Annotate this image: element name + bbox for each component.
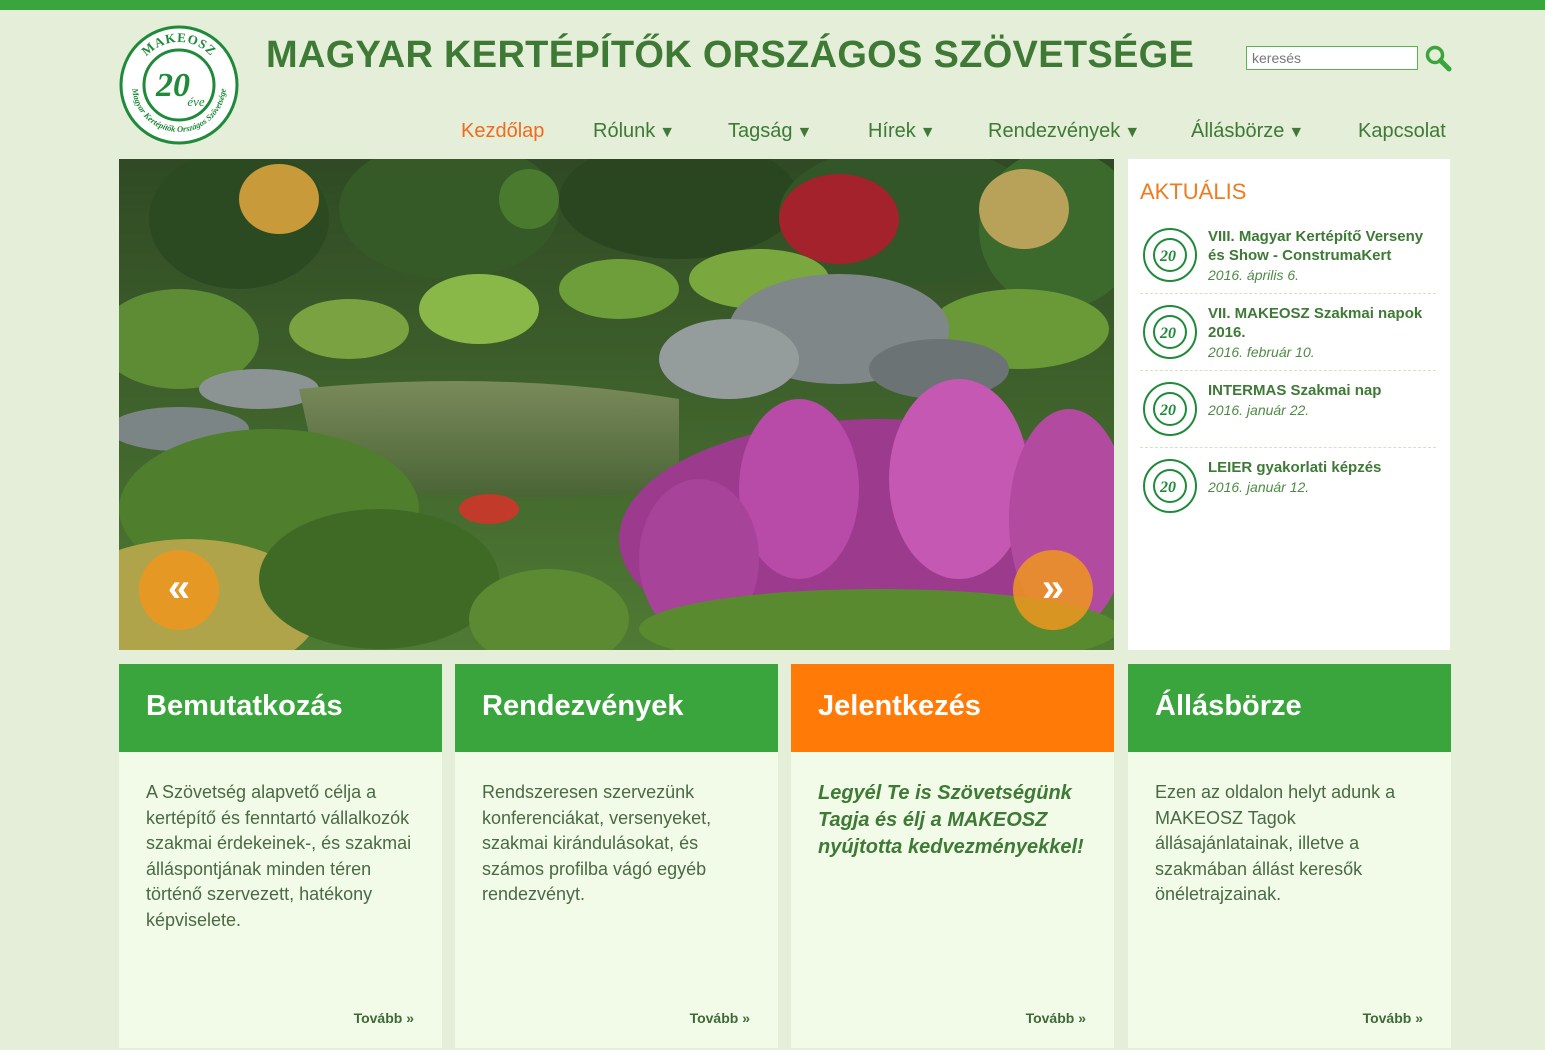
news-item[interactable]: 20 VIII. Magyar Kertépítő Verseny és Sho… [1140,227,1436,294]
logo-years: 20 [155,67,190,104]
feature-box-text: Ezen az oldalon helyt adunk a MAKEOSZ Ta… [1155,782,1396,904]
logo-eve: éve [187,94,205,109]
news-date: 2016. február 10. [1208,344,1315,360]
nav-item-kapcsolat[interactable]: Kapcsolat [1358,120,1446,143]
main-nav: Kezdőlap Rólunk ▼ Tagság ▼ Hírek ▼ Rendezvé… [0,120,1545,148]
feature-box-text: A Szövetség alapvető célja a kertépítő é… [146,782,412,930]
read-more-link[interactable]: Tovább » [1363,1010,1423,1026]
dropdown-arrow-icon: ▼ [919,124,936,141]
dropdown-arrow-icon: ▼ [1288,124,1305,141]
site-title[interactable]: MAGYAR KERTÉPÍTŐK ORSZÁGOS SZÖVETSÉGE [266,34,1194,77]
image-slider[interactable]: « » [119,159,1114,650]
search-input[interactable] [1246,46,1418,70]
slider-prev-button[interactable]: « [139,550,219,630]
makeosz-logo-icon: 20 [1143,459,1197,513]
nav-label: Rólunk [593,120,656,142]
nav-label: Hírek [868,120,916,142]
news-date: 2016. január 22. [1208,402,1310,418]
svg-text:20: 20 [1159,402,1176,419]
makeosz-logo-icon: 20 [1143,382,1197,436]
feature-box-title[interactable]: Állásbörze [1128,664,1451,752]
nav-item-kezdolap[interactable]: Kezdőlap [461,120,544,143]
top-accent-bar [0,0,1545,10]
nav-item-tagsag[interactable]: Tagság ▼ [728,120,812,143]
news-date: 2016. január 12. [1208,479,1310,495]
garden-photo [119,159,1114,650]
svg-text:20: 20 [1159,248,1176,265]
svg-text:20: 20 [1159,479,1176,496]
nav-label: Állásbörze [1191,120,1285,142]
search-icon[interactable] [1424,44,1452,72]
nav-label: Kezdőlap [461,120,545,142]
feature-box-rendezvenyek: Rendezvények Rendszeresen szervezünk kon… [455,664,778,1048]
svg-text:20: 20 [1159,325,1176,342]
feature-box-text: Rendszeresen szervezünk konferenciákat, … [482,782,712,904]
nav-label: Tagság [728,120,793,142]
feature-box-text: Legyél Te is Szövetségünk Tagja és élj a… [818,782,1084,858]
news-item[interactable]: 20 LEIER gyakorlati képzés 2016. január … [1140,458,1436,525]
feature-box-title[interactable]: Bemutatkozás [119,664,442,752]
news-date: 2016. április 6. [1208,267,1300,283]
slider-next-button[interactable]: » [1013,550,1093,630]
dropdown-arrow-icon: ▼ [659,124,676,141]
read-more-link[interactable]: Tovább » [354,1010,414,1026]
nav-label: Kapcsolat [1358,120,1446,142]
makeosz-logo-icon: 20 [1143,228,1197,282]
feature-box-allasborze: Állásbörze Ezen az oldalon helyt adunk a… [1128,664,1451,1048]
feature-box-title[interactable]: Rendezvények [455,664,778,752]
news-title: VII. MAKEOSZ Szakmai napok 2016. [1208,305,1423,341]
feature-box-bemutatkozas: Bemutatkozás A Szövetség alapvető célja … [119,664,442,1048]
news-panel: AKTUÁLIS 20 VIII. Magyar Kertépítő Verse… [1128,159,1450,650]
makeosz-logo-icon: 20 [1143,305,1197,359]
news-heading: AKTUÁLIS [1140,179,1247,204]
news-title: VIII. Magyar Kertépítő Verseny és Show -… [1208,228,1424,264]
news-title: LEIER gyakorlati képzés [1208,459,1382,476]
feature-box-title[interactable]: Jelentkezés [791,664,1114,752]
nav-item-rendezvenyek[interactable]: Rendezvények ▼ [988,120,1140,143]
news-title: INTERMAS Szakmai nap [1208,382,1382,399]
nav-item-allasborze[interactable]: Állásbörze ▼ [1191,120,1304,143]
feature-box-jelentkezes: Jelentkezés Legyél Te is Szövetségünk Ta… [791,664,1114,1048]
news-item[interactable]: 20 INTERMAS Szakmai nap 2016. január 22. [1140,381,1436,448]
dropdown-arrow-icon: ▼ [1124,124,1141,141]
dropdown-arrow-icon: ▼ [796,124,813,141]
news-item[interactable]: 20 VII. MAKEOSZ Szakmai napok 2016. 2016… [1140,304,1436,371]
nav-label: Rendezvények [988,120,1121,142]
read-more-link[interactable]: Tovább » [690,1010,750,1026]
read-more-link[interactable]: Tovább » [1026,1010,1086,1026]
nav-item-hirek[interactable]: Hírek ▼ [868,120,936,143]
nav-item-rolunk[interactable]: Rólunk ▼ [593,120,675,143]
